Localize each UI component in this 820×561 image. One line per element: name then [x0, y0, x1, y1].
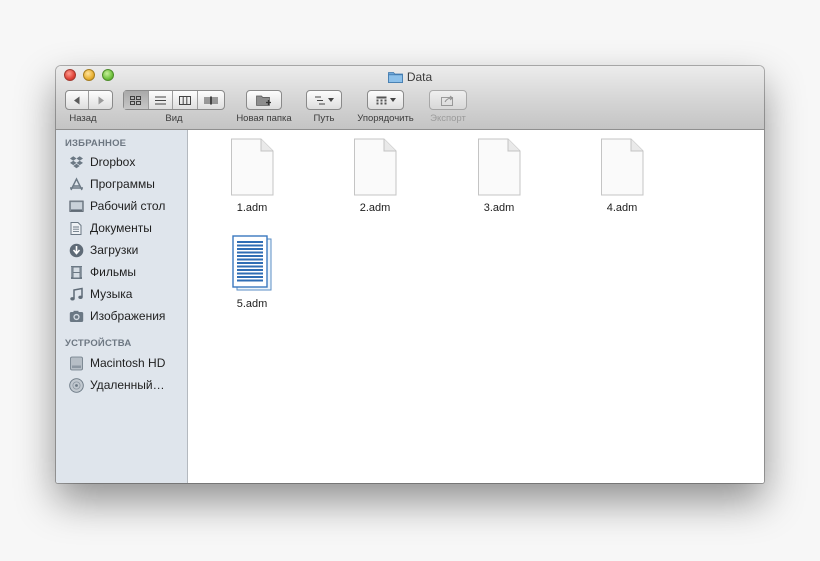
sidebar-item-macintosh-hd[interactable]: Macintosh HD [69, 353, 187, 373]
column-view-icon [178, 95, 191, 105]
back-forward-control [65, 90, 113, 110]
file-item-4[interactable]: 4.adm [580, 138, 664, 214]
file-item-5[interactable]: 5.adm [210, 234, 294, 310]
devices-header: УСТРОЙСТВА [65, 338, 132, 349]
movies-icon [71, 265, 82, 279]
window-title-text: Data [406, 70, 433, 84]
arrange-button[interactable] [367, 90, 404, 110]
file-name: 4.adm [606, 202, 638, 214]
share-icon [441, 95, 454, 106]
title-bar[interactable]: Data Назад Вид Новая папка Путь Упорядоч… [56, 66, 764, 130]
pictures-icon [69, 310, 84, 322]
chevron-down-icon [389, 97, 396, 102]
finder-window: Data Назад Вид Новая папка Путь Упорядоч… [56, 66, 764, 483]
sidebar-item-remote-disc[interactable]: Удаленный… [69, 375, 187, 395]
sidebar-item-label: Изображения [90, 309, 166, 323]
path-button[interactable] [306, 90, 342, 110]
folder-icon [387, 72, 403, 83]
new-folder-label: Новая папка [236, 113, 292, 124]
sidebar: ИЗБРАННОЕ Dropbox Программы Рабочий стол [56, 130, 188, 483]
file-name: 2.adm [359, 202, 391, 214]
file-item-1[interactable]: 1.adm [210, 138, 294, 214]
forward-arrow-icon [98, 96, 104, 104]
view-label: Вид [165, 113, 183, 124]
sidebar-item-documents[interactable]: Документы [69, 218, 187, 238]
file-browser-content: 1.adm 2.adm 3.adm 4.adm 5.adm [188, 130, 764, 483]
file-name: 3.adm [483, 202, 515, 214]
sidebar-item-downloads[interactable]: Загрузки [69, 240, 187, 260]
documents-icon [70, 221, 82, 235]
sidebar-item-label: Загрузки [90, 243, 139, 257]
cover-flow-button[interactable] [198, 91, 224, 109]
favorites-header: ИЗБРАННОЕ [65, 138, 127, 149]
cover-flow-icon [204, 96, 218, 104]
sidebar-item-label: Музыка [90, 287, 133, 301]
text-document-icon [232, 235, 272, 291]
music-icon [70, 287, 83, 300]
icon-view-button[interactable] [124, 91, 149, 109]
sidebar-item-movies[interactable]: Фильмы [69, 262, 187, 282]
sidebar-item-applications[interactable]: Программы [69, 174, 187, 194]
remote-disc-icon [69, 377, 84, 393]
sidebar-item-music[interactable]: Музыка [69, 284, 187, 304]
downloads-icon [69, 243, 84, 257]
sidebar-item-label: Dropbox [90, 155, 136, 169]
path-icon [314, 95, 325, 105]
blank-document-icon [478, 138, 521, 196]
blank-document-icon [231, 138, 274, 196]
column-view-button[interactable] [173, 91, 198, 109]
arrange-label: Упорядочить [357, 113, 414, 124]
file-item-2[interactable]: 2.adm [333, 138, 417, 214]
icon-view-icon [130, 95, 142, 105]
back-button[interactable] [66, 91, 90, 109]
window-title: Data [56, 69, 764, 85]
export-label: Экспорт [430, 113, 466, 124]
list-view-icon [154, 95, 166, 105]
sidebar-item-pictures[interactable]: Изображения [69, 306, 187, 326]
file-name: 1.adm [236, 202, 268, 214]
list-view-button[interactable] [149, 91, 174, 109]
export-button[interactable] [429, 90, 467, 110]
forward-button[interactable] [89, 91, 112, 109]
sidebar-item-label: Рабочий стол [90, 199, 166, 213]
chevron-down-icon [327, 97, 334, 102]
sidebar-item-label: Документы [90, 221, 152, 235]
view-control [123, 90, 225, 110]
hard-drive-icon [70, 356, 83, 370]
back-label: Назад [69, 113, 97, 124]
dropbox-icon [70, 155, 83, 168]
arrange-icon [376, 96, 386, 104]
blank-document-icon [354, 138, 397, 196]
sidebar-item-dropbox[interactable]: Dropbox [69, 152, 187, 172]
sidebar-item-label: Программы [90, 177, 155, 191]
desktop-icon [69, 200, 84, 212]
new-folder-button[interactable] [246, 90, 282, 110]
applications-icon [70, 176, 83, 190]
sidebar-item-label: Удаленный… [90, 378, 165, 392]
sidebar-item-label: Macintosh HD [90, 356, 166, 370]
new-folder-icon [256, 95, 271, 106]
back-arrow-icon [74, 96, 80, 104]
blank-document-icon [601, 138, 644, 196]
file-item-3[interactable]: 3.adm [457, 138, 541, 214]
sidebar-item-label: Фильмы [90, 265, 136, 279]
file-name: 5.adm [236, 298, 268, 310]
sidebar-item-desktop[interactable]: Рабочий стол [69, 196, 187, 216]
path-label: Путь [313, 113, 335, 124]
